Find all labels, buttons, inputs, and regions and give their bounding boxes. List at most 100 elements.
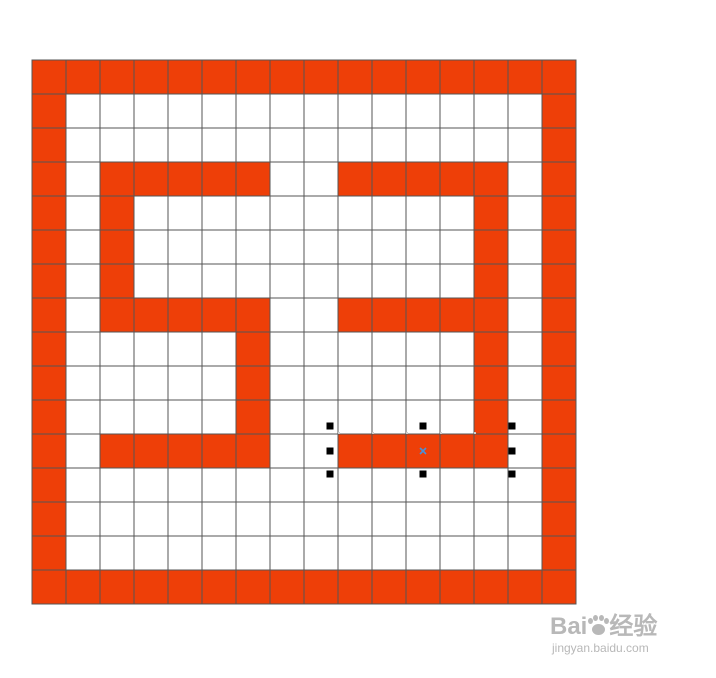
grid-cell-empty[interactable] xyxy=(201,229,237,265)
grid-cell-empty[interactable] xyxy=(133,399,169,435)
grid-cell-filled[interactable] xyxy=(541,161,577,197)
grid-cell-empty[interactable] xyxy=(269,229,305,265)
grid-cell-empty[interactable] xyxy=(507,127,543,163)
grid-cell-empty[interactable] xyxy=(201,467,237,503)
grid-cell-empty[interactable] xyxy=(337,365,373,401)
grid-cell-empty[interactable] xyxy=(473,535,509,571)
grid-cell-empty[interactable] xyxy=(405,535,441,571)
grid-cell-empty[interactable] xyxy=(269,501,305,537)
resize-handle[interactable] xyxy=(326,422,334,430)
grid-cell-empty[interactable] xyxy=(133,263,169,299)
grid-cell-filled[interactable] xyxy=(99,263,135,299)
grid-cell-filled[interactable] xyxy=(405,569,441,605)
grid-cell-filled[interactable] xyxy=(473,59,509,95)
grid-cell-filled[interactable] xyxy=(99,195,135,231)
grid-cell-empty[interactable] xyxy=(303,365,339,401)
grid-cell-empty[interactable] xyxy=(235,127,271,163)
grid-cell-filled[interactable] xyxy=(133,433,169,469)
grid-cell-empty[interactable] xyxy=(371,501,407,537)
grid-cell-empty[interactable] xyxy=(167,263,203,299)
grid-cell-filled[interactable] xyxy=(541,195,577,231)
grid-cell-filled[interactable] xyxy=(201,161,237,197)
grid-cell-empty[interactable] xyxy=(99,501,135,537)
grid-cell-filled[interactable] xyxy=(201,569,237,605)
grid-cell-empty[interactable] xyxy=(167,229,203,265)
grid-cell-empty[interactable] xyxy=(507,297,543,333)
grid-cell-filled[interactable] xyxy=(541,399,577,435)
grid-cell-empty[interactable] xyxy=(439,127,475,163)
drawing-canvas[interactable] xyxy=(0,0,716,678)
grid-cell-empty[interactable] xyxy=(439,331,475,367)
grid-cell-filled[interactable] xyxy=(541,127,577,163)
grid-cell-empty[interactable] xyxy=(201,365,237,401)
grid-cell-empty[interactable] xyxy=(133,195,169,231)
grid-cell-empty[interactable] xyxy=(405,93,441,129)
resize-handle[interactable] xyxy=(508,422,516,430)
grid-cell-empty[interactable] xyxy=(371,467,407,503)
grid-cell-filled[interactable] xyxy=(201,297,237,333)
grid-cell-filled[interactable] xyxy=(99,59,135,95)
grid-cell-empty[interactable] xyxy=(473,501,509,537)
grid-cell-empty[interactable] xyxy=(201,127,237,163)
grid-cell-empty[interactable] xyxy=(371,263,407,299)
grid-cell-empty[interactable] xyxy=(269,127,305,163)
grid-cell-filled[interactable] xyxy=(541,59,577,95)
grid-cell-filled[interactable] xyxy=(473,399,509,435)
grid-cell-empty[interactable] xyxy=(507,93,543,129)
grid-cell-filled[interactable] xyxy=(235,569,271,605)
grid-cell-empty[interactable] xyxy=(235,263,271,299)
grid-cell-empty[interactable] xyxy=(201,501,237,537)
grid-cell-filled[interactable] xyxy=(31,433,67,469)
grid-cell-empty[interactable] xyxy=(507,365,543,401)
grid-cell-empty[interactable] xyxy=(235,93,271,129)
grid-cell-filled[interactable] xyxy=(269,569,305,605)
grid-cell-empty[interactable] xyxy=(99,93,135,129)
grid-cell-empty[interactable] xyxy=(371,399,407,435)
grid-cell-empty[interactable] xyxy=(167,535,203,571)
grid-cell-empty[interactable] xyxy=(235,535,271,571)
grid-cell-empty[interactable] xyxy=(337,331,373,367)
grid-cell-empty[interactable] xyxy=(337,535,373,571)
grid-cell-empty[interactable] xyxy=(65,161,101,197)
grid-cell-filled[interactable] xyxy=(99,569,135,605)
grid-cell-empty[interactable] xyxy=(133,127,169,163)
grid-cell-empty[interactable] xyxy=(439,263,475,299)
grid-cell-empty[interactable] xyxy=(167,365,203,401)
grid-cell-filled[interactable] xyxy=(235,331,271,367)
grid-cell-filled[interactable] xyxy=(337,59,373,95)
grid-cell-empty[interactable] xyxy=(99,535,135,571)
grid-cell-filled[interactable] xyxy=(371,297,407,333)
grid-cell-filled[interactable] xyxy=(31,229,67,265)
grid-cell-filled[interactable] xyxy=(269,59,305,95)
grid-cell-empty[interactable] xyxy=(337,399,373,435)
grid-cell-empty[interactable] xyxy=(507,535,543,571)
grid-cell-empty[interactable] xyxy=(371,535,407,571)
grid-cell-empty[interactable] xyxy=(269,467,305,503)
grid-cell-filled[interactable] xyxy=(371,59,407,95)
grid-cell-empty[interactable] xyxy=(439,467,475,503)
grid-cell-filled[interactable] xyxy=(439,161,475,197)
grid-cell-filled[interactable] xyxy=(31,365,67,401)
grid-cell-filled[interactable] xyxy=(439,569,475,605)
grid-cell-empty[interactable] xyxy=(65,195,101,231)
grid-cell-filled[interactable] xyxy=(65,569,101,605)
grid-cell-empty[interactable] xyxy=(405,195,441,231)
grid-cell-empty[interactable] xyxy=(99,365,135,401)
grid-cell-empty[interactable] xyxy=(371,331,407,367)
grid-cell-empty[interactable] xyxy=(269,365,305,401)
grid-cell-filled[interactable] xyxy=(439,297,475,333)
grid-cell-filled[interactable] xyxy=(201,433,237,469)
resize-handle[interactable] xyxy=(326,447,334,455)
grid-cell-filled[interactable] xyxy=(235,59,271,95)
grid-cell-filled[interactable] xyxy=(439,433,475,469)
grid-cell-empty[interactable] xyxy=(303,229,339,265)
grid-cell-empty[interactable] xyxy=(65,467,101,503)
grid-cell-filled[interactable] xyxy=(235,399,271,435)
grid-cell-filled[interactable] xyxy=(371,433,407,469)
grid-cell-empty[interactable] xyxy=(337,229,373,265)
grid-cell-empty[interactable] xyxy=(439,93,475,129)
grid-cell-filled[interactable] xyxy=(405,297,441,333)
grid-cell-filled[interactable] xyxy=(31,93,67,129)
grid-cell-filled[interactable] xyxy=(31,263,67,299)
grid-cell-filled[interactable] xyxy=(167,569,203,605)
